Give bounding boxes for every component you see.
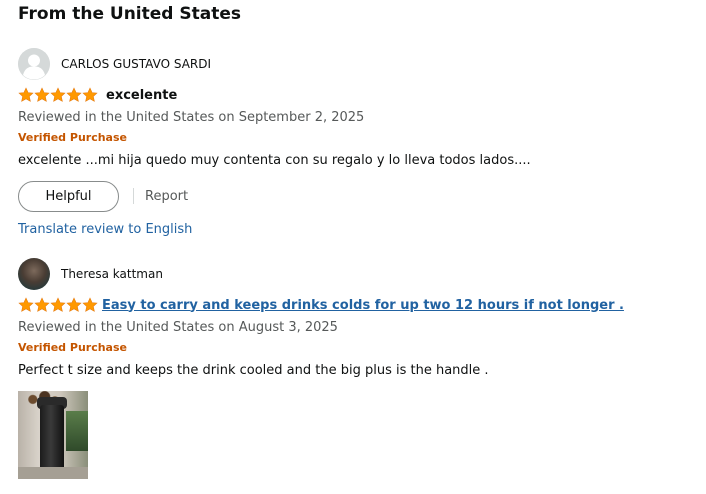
section-title: From the United States [18,4,241,24]
reviewer-name[interactable]: Theresa kattman [61,267,163,281]
review-title-link[interactable]: Easy to carry and keeps drinks colds for… [102,298,624,313]
review-date: Reviewed in the United States on August … [18,320,338,335]
star-icon [34,87,50,102]
review-card: CARLOS GUSTAVO SARDI excelente Reviewed … [18,48,698,240]
person-icon [18,48,50,80]
star-icon [50,297,66,312]
star-rating[interactable] [18,87,98,103]
review-actions: Helpful Report [18,180,698,212]
avatar[interactable] [18,258,50,290]
review-image-thumbnail[interactable] [18,391,88,479]
star-icon [18,297,34,312]
image-tumbler [40,405,64,475]
review-card: Theresa kattman Easy to carry and keeps … [18,258,698,479]
star-icon [66,297,82,312]
avatar[interactable] [18,48,50,80]
rating-line: Easy to carry and keeps drinks colds for… [18,294,698,316]
rating-line: excelente [18,84,698,106]
report-link[interactable]: Report [145,189,188,204]
star-icon [66,87,82,102]
review-body: Perfect t size and keeps the drink coole… [18,363,489,378]
star-icon [82,87,98,102]
review-title: excelente [106,87,178,103]
image-background-plant [66,411,88,451]
translate-review-link[interactable]: Translate review to English [18,220,698,240]
action-divider [133,188,134,204]
star-icon [18,87,34,102]
reviewer-name[interactable]: CARLOS GUSTAVO SARDI [61,57,211,71]
review-date: Reviewed in the United States on Septemb… [18,110,365,125]
reviewer-profile[interactable]: CARLOS GUSTAVO SARDI [18,48,698,80]
reviewer-profile[interactable]: Theresa kattman [18,258,698,290]
image-floor [18,467,88,479]
verified-purchase-badge[interactable]: Verified Purchase [18,338,698,358]
star-rating[interactable] [18,297,98,313]
star-icon [50,87,66,102]
star-icon [34,297,50,312]
review-body: excelente ...mi hija quedo muy contenta … [18,153,531,168]
helpful-button[interactable]: Helpful [18,180,119,212]
star-icon [82,297,98,312]
verified-purchase-badge[interactable]: Verified Purchase [18,128,698,148]
reviews-page: From the United States CARLOS GUSTAVO SA… [0,0,706,494]
